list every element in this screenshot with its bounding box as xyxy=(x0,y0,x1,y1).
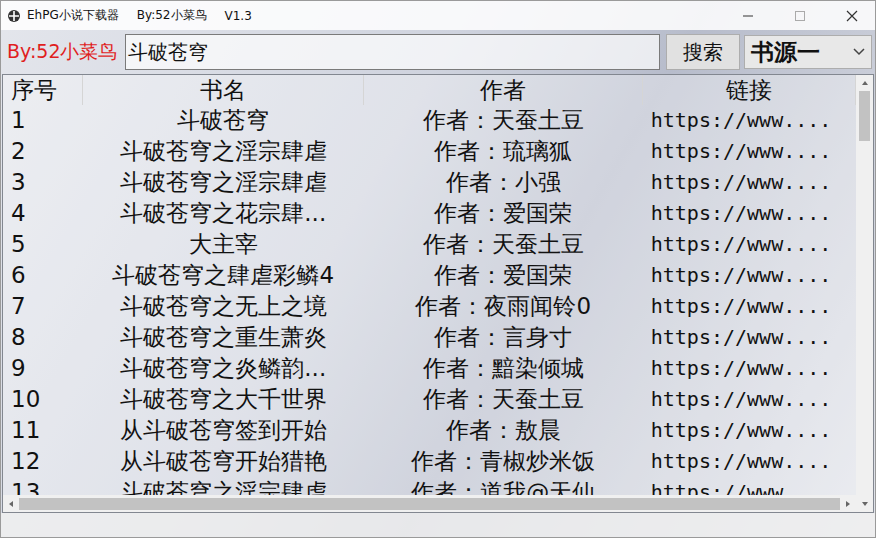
arrow-right-icon xyxy=(844,500,852,508)
row-number: 6 xyxy=(3,260,83,291)
toolbar: By:52小菜鸟斗破苍穹搜索书源一 xyxy=(1,30,875,74)
scrollbar-thumb[interactable] xyxy=(859,91,870,141)
scrollbar-thumb[interactable] xyxy=(19,498,840,510)
book-name: 斗破苍穹之淫宗肆虐 xyxy=(83,136,364,167)
book-name: 斗破苍穹之肆虐彩鳞4 xyxy=(83,260,364,291)
row-number: 7 xyxy=(3,291,83,322)
book-name: 斗破苍穹之炎鳞韵... xyxy=(83,353,364,384)
book-author: 作者：天蚕土豆 xyxy=(364,105,643,136)
minimize-button[interactable] xyxy=(725,1,771,30)
row-number: 4 xyxy=(3,198,83,229)
table-row[interactable]: 8斗破苍穹之重生萧炎作者：言身寸https://www.... xyxy=(3,322,856,353)
column-header[interactable]: 书名 xyxy=(83,75,364,105)
book-link: https://www.... xyxy=(643,291,856,322)
table-row[interactable]: 10斗破苍穹之大千世界作者：天蚕土豆https://www.... xyxy=(3,384,856,415)
close-icon xyxy=(846,10,858,22)
source-dropdown[interactable]: 书源一 xyxy=(744,35,872,69)
book-author: 作者：爱国荣 xyxy=(364,260,643,291)
search-input[interactable]: 斗破苍穹 xyxy=(125,34,660,70)
book-link: https://www.... xyxy=(643,353,856,384)
app-icon xyxy=(7,9,21,23)
arrow-left-icon xyxy=(7,500,15,508)
book-author: 作者：敖晨 xyxy=(364,415,643,446)
table-row[interactable]: 4斗破苍穹之花宗肆...作者：爱国荣https://www.... xyxy=(3,198,856,229)
book-name: 斗破苍穹之重生萧炎 xyxy=(83,322,364,353)
row-number: 10 xyxy=(3,384,83,415)
book-link: https://www.... xyxy=(643,229,856,260)
book-author: 作者：道我@天仙 xyxy=(364,477,643,495)
table-row[interactable]: 7斗破苍穹之无上之境作者：夜雨闻铃0https://www.... xyxy=(3,291,856,322)
row-number: 1 xyxy=(3,105,83,136)
result-list: 序号书名作者链接1斗破苍穹作者：天蚕土豆https://www....2斗破苍穹… xyxy=(2,74,874,513)
book-name: 斗破苍穹之淫宗肆虐 xyxy=(83,167,364,198)
column-header[interactable]: 作者 xyxy=(364,75,643,105)
status-bar xyxy=(1,513,875,537)
maximize-button[interactable] xyxy=(777,1,823,30)
column-header[interactable]: 链接 xyxy=(643,75,856,105)
window-author: By:52小菜鸟 xyxy=(137,7,207,24)
close-button[interactable] xyxy=(829,1,875,30)
source-value: 书源一 xyxy=(751,37,820,68)
table-row[interactable]: 12从斗破苍穹开始猎艳作者：青椒炒米饭https://www.... xyxy=(3,446,856,477)
window-version: V1.3 xyxy=(225,9,252,23)
book-name: 从斗破苍穹签到开始 xyxy=(83,415,364,446)
book-link: https://www.... xyxy=(643,415,856,446)
horizontal-scrollbar[interactable] xyxy=(3,495,856,512)
minimize-icon xyxy=(742,10,754,22)
title-bar: EhPG小说下载器 By:52小菜鸟 V1.3 xyxy=(1,1,875,30)
book-link: https://www.... xyxy=(643,260,856,291)
book-link: https://www.... xyxy=(643,167,856,198)
table-row[interactable]: 3斗破苍穹之淫宗肆虐作者：小强https://www.... xyxy=(3,167,856,198)
book-name: 斗破苍穹之淫宗肆虐 xyxy=(83,477,364,495)
book-author: 作者：青椒炒米饭 xyxy=(364,446,643,477)
row-number: 5 xyxy=(3,229,83,260)
book-name: 从斗破苍穹开始猎艳 xyxy=(83,446,364,477)
book-link: https://www.... xyxy=(643,384,856,415)
book-link: https://www.... xyxy=(643,198,856,229)
author-label: By:52小菜鸟 xyxy=(7,39,117,65)
book-author: 作者：天蚕土豆 xyxy=(364,384,643,415)
table-row[interactable]: 5大主宰作者：天蚕土豆https://www.... xyxy=(3,229,856,260)
book-link: https://www.... xyxy=(643,446,856,477)
book-author: 作者：夜雨闻铃0 xyxy=(364,291,643,322)
book-name: 斗破苍穹之大千世界 xyxy=(83,384,364,415)
table-row[interactable]: 13斗破苍穹之淫宗肆虐作者：道我@天仙https://www.... xyxy=(3,477,856,495)
book-author: 作者：言身寸 xyxy=(364,322,643,353)
row-number: 8 xyxy=(3,322,83,353)
book-link: https://www.... xyxy=(643,477,856,495)
table-row[interactable]: 1斗破苍穹作者：天蚕土豆https://www.... xyxy=(3,105,856,136)
maximize-icon xyxy=(794,10,806,22)
chevron-down-icon xyxy=(853,48,865,56)
arrow-down-icon xyxy=(861,500,869,508)
book-author: 作者：琉璃狐 xyxy=(364,136,643,167)
app-window: EhPG小说下载器By:52小菜鸟V1.3By:52小菜鸟斗破苍穹搜索书源一序号… xyxy=(0,0,876,538)
table-row[interactable]: 6斗破苍穹之肆虐彩鳞4作者：爱国荣https://www.... xyxy=(3,260,856,291)
book-link: https://www.... xyxy=(643,136,856,167)
book-name: 斗破苍穹之花宗肆... xyxy=(83,198,364,229)
book-name: 斗破苍穹之无上之境 xyxy=(83,291,364,322)
book-name: 大主宰 xyxy=(83,229,364,260)
book-author: 作者：黯染倾城 xyxy=(364,353,643,384)
window-title: EhPG小说下载器 xyxy=(27,7,119,24)
book-author: 作者：小强 xyxy=(364,167,643,198)
row-number: 11 xyxy=(3,415,83,446)
book-author: 作者：天蚕土豆 xyxy=(364,229,643,260)
book-author: 作者：爱国荣 xyxy=(364,198,643,229)
table-row[interactable]: 11从斗破苍穹签到开始作者：敖晨https://www.... xyxy=(3,415,856,446)
book-name: 斗破苍穹 xyxy=(83,105,364,136)
column-header[interactable]: 序号 xyxy=(3,75,83,105)
table-row[interactable]: 9斗破苍穹之炎鳞韵...作者：黯染倾城https://www.... xyxy=(3,353,856,384)
row-number: 12 xyxy=(3,446,83,477)
row-number: 9 xyxy=(3,353,83,384)
table-row[interactable]: 2斗破苍穹之淫宗肆虐作者：琉璃狐https://www.... xyxy=(3,136,856,167)
search-button[interactable]: 搜索 xyxy=(666,34,740,70)
vertical-scrollbar[interactable] xyxy=(856,75,873,512)
row-number: 3 xyxy=(3,167,83,198)
arrow-up-icon xyxy=(861,79,869,87)
book-link: https://www.... xyxy=(643,322,856,353)
book-link: https://www.... xyxy=(643,105,856,136)
row-number: 2 xyxy=(3,136,83,167)
table-header: 序号书名作者链接 xyxy=(3,75,856,105)
row-number: 13 xyxy=(3,477,83,495)
